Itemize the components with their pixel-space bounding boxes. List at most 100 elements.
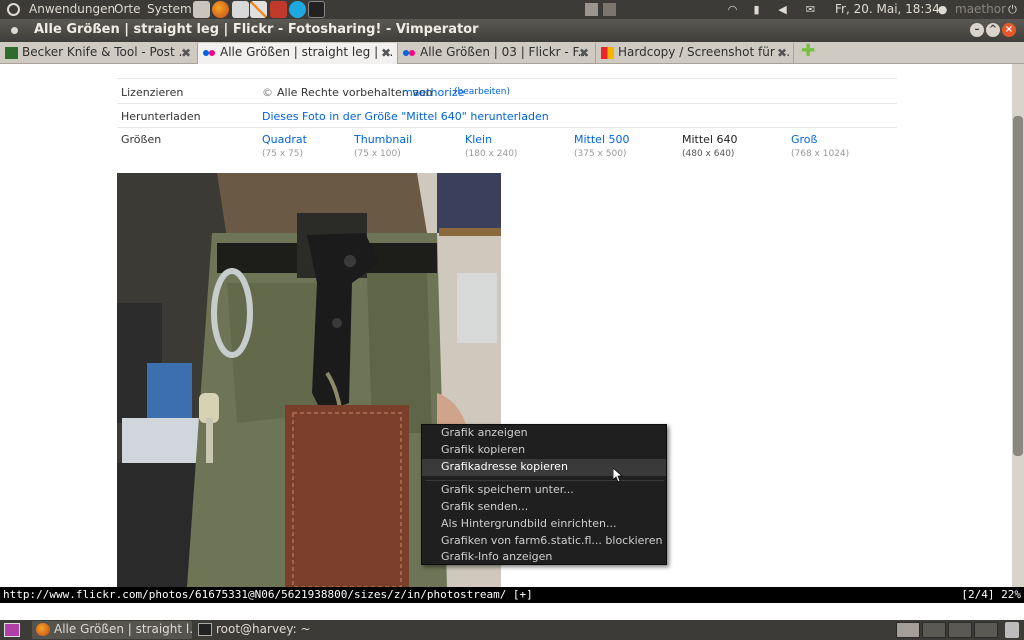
scrollbar-thumb[interactable] xyxy=(1013,116,1023,456)
window-list-icon[interactable] xyxy=(585,3,598,16)
bottom-panel: Alle Größen | straight l... root@harvey:… xyxy=(0,620,1024,640)
menu-item-show-image[interactable]: Grafik anzeigen xyxy=(422,425,666,442)
license-label: Lizenzieren xyxy=(121,86,184,99)
size-name[interactable]: Mittel 500 xyxy=(574,133,630,146)
wifi-icon[interactable]: ◠ xyxy=(726,3,739,16)
menu-system[interactable]: System xyxy=(147,2,192,16)
vimperator-command-line[interactable] xyxy=(0,603,1024,620)
menu-item-copy-image-address[interactable]: Grafikadresse kopieren xyxy=(422,459,666,476)
size-name: Mittel 640 xyxy=(682,133,738,146)
menu-item-image-info[interactable]: Grafik-Info anzeigen xyxy=(422,549,666,566)
workspace-icon[interactable] xyxy=(603,3,616,16)
taskbar-item-label: Alle Größen | straight l... xyxy=(54,622,192,636)
user-name[interactable]: maethor xyxy=(955,2,1006,16)
size-name[interactable]: Thumbnail xyxy=(354,133,412,146)
maximize-button[interactable]: ^ xyxy=(986,23,1000,37)
hardcopy-favicon-icon xyxy=(601,47,614,59)
tab-close-icon[interactable]: ✖ xyxy=(579,44,589,63)
download-label: Herunterladen xyxy=(121,110,201,123)
menu-item-set-as-wallpaper[interactable]: Als Hintergrundbild einrichten... xyxy=(422,516,666,533)
size-name[interactable]: Quadrat xyxy=(262,133,307,146)
firefox-icon xyxy=(36,623,50,636)
flickr-favicon-icon xyxy=(403,47,416,59)
tab-hardcopy-screenshot[interactable]: Hardcopy / Screenshot für ... ✖ xyxy=(596,43,794,64)
license-edit-link[interactable]: (bearbeiten) xyxy=(454,87,510,97)
mail-icon[interactable]: ✉ xyxy=(804,3,817,16)
tab-alle-groessen-03[interactable]: Alle Größen | 03 | Flickr - F... ✖ xyxy=(398,43,596,64)
volume-icon[interactable]: ◀ xyxy=(776,3,789,16)
menu-places[interactable]: Orte xyxy=(114,2,140,16)
menu-applications[interactable]: Anwendungen xyxy=(29,2,115,16)
skype-launcher-icon[interactable] xyxy=(289,1,306,18)
vertical-scrollbar[interactable] xyxy=(1012,64,1024,587)
size-option-mittel-640-current: Mittel 640 (480 x 640) xyxy=(682,133,738,159)
taskbar-item-firefox[interactable]: Alle Größen | straight l... xyxy=(32,621,192,639)
workspace-1[interactable] xyxy=(896,622,920,638)
size-name[interactable]: Klein xyxy=(465,133,517,146)
size-option-mittel-500[interactable]: Mittel 500 (375 x 500) xyxy=(574,133,630,159)
tab-label: Alle Größen | 03 | Flickr - F... xyxy=(420,45,589,59)
size-option-gross[interactable]: Groß (768 x 1024) xyxy=(791,133,849,159)
calculator-launcher-icon[interactable] xyxy=(232,1,249,18)
close-window-button[interactable]: × xyxy=(1002,23,1016,37)
row-separator xyxy=(117,103,897,104)
menu-item-copy-image[interactable]: Grafik kopieren xyxy=(422,442,666,459)
download-link[interactable]: Dieses Foto in der Größe "Mittel 640" he… xyxy=(262,110,549,123)
size-option-klein[interactable]: Klein (180 x 240) xyxy=(465,133,517,159)
workspace-3[interactable] xyxy=(948,622,972,638)
clock[interactable]: Fr, 20. Mai, 18:34 xyxy=(835,2,940,16)
size-dimensions: (75 x 75) xyxy=(262,149,303,159)
ubuntu-logo-icon[interactable] xyxy=(7,3,20,16)
status-url: http://www.flickr.com/photos/61675331@N0… xyxy=(3,588,533,601)
row-separator xyxy=(117,78,897,79)
tab-close-icon[interactable]: ✖ xyxy=(181,44,191,63)
menu-item-save-image-as[interactable]: Grafik speichern unter... xyxy=(422,482,666,499)
launcher-app-icon[interactable] xyxy=(193,1,210,18)
tab-close-icon[interactable]: ✖ xyxy=(381,44,391,63)
size-option-thumbnail[interactable]: Thumbnail (75 x 100) xyxy=(354,133,412,159)
tab-label: Alle Größen | straight leg | ... xyxy=(220,45,394,59)
row-separator xyxy=(117,127,897,128)
tab-becker-knife[interactable]: Becker Knife & Tool - Post ... ✖ xyxy=(0,43,198,64)
workspace-2[interactable] xyxy=(922,622,946,638)
power-icon[interactable]: ⏻ xyxy=(1006,3,1019,16)
status-position: [2/4] 22% xyxy=(961,588,1021,601)
size-dimensions: (768 x 1024) xyxy=(791,149,850,159)
size-dimensions: (375 x 500) xyxy=(574,149,627,159)
taskbar-item-terminal[interactable]: root@harvey: ~ xyxy=(194,621,354,639)
show-desktop-icon[interactable] xyxy=(4,623,20,637)
tools-launcher-icon[interactable] xyxy=(250,1,267,18)
size-name[interactable]: Groß xyxy=(791,133,849,146)
trash-icon[interactable] xyxy=(1005,622,1019,638)
new-tab-icon[interactable]: ✚ xyxy=(801,43,815,60)
tab-close-icon[interactable]: ✖ xyxy=(777,44,787,63)
window-menu-icon[interactable] xyxy=(11,27,18,34)
chat-status-icon[interactable]: ● xyxy=(936,3,949,16)
vimperator-statusline: http://www.flickr.com/photos/61675331@N0… xyxy=(0,587,1024,603)
terminal-icon xyxy=(198,623,212,636)
size-option-quadrat[interactable]: Quadrat (75 x 75) xyxy=(262,133,307,159)
sizes-label: Größen xyxy=(121,133,162,146)
minimize-button[interactable]: – xyxy=(970,23,984,37)
becker-favicon-icon xyxy=(5,47,18,59)
image-context-menu: Grafik anzeigen Grafik kopieren Grafikad… xyxy=(421,424,667,565)
chrome-launcher-icon[interactable] xyxy=(270,1,287,18)
menu-separator xyxy=(426,480,664,481)
window-titlebar[interactable]: Alle Größen | straight leg | Flickr - Fo… xyxy=(0,19,1024,42)
tab-alle-groessen-straight-leg[interactable]: Alle Größen | straight leg | ... ✖ xyxy=(198,43,398,64)
menu-item-block-images[interactable]: Grafiken von farm6.static.fl... blockier… xyxy=(422,533,666,550)
firefox-launcher-icon[interactable] xyxy=(212,1,229,18)
taskbar-item-label: root@harvey: ~ xyxy=(216,622,311,636)
terminal-launcher-icon[interactable] xyxy=(308,1,325,18)
sizes-row: Größen Quadrat (75 x 75) Thumbnail (75 x… xyxy=(117,133,897,163)
tab-label: Hardcopy / Screenshot für ... xyxy=(618,45,791,59)
tab-bar: Becker Knife & Tool - Post ... ✖ Alle Gr… xyxy=(0,42,1024,64)
menu-item-send-image[interactable]: Grafik senden... xyxy=(422,499,666,516)
top-panel: Anwendungen Orte System ◠ ▮ ◀ ✉ Fr, 20. … xyxy=(0,0,1024,19)
size-dimensions: (180 x 240) xyxy=(465,149,518,159)
tab-label: Becker Knife & Tool - Post ... xyxy=(22,45,190,59)
workspace-4[interactable] xyxy=(974,622,998,638)
size-dimensions: (480 x 640) xyxy=(682,149,735,159)
copyright-icon: © xyxy=(262,86,273,99)
battery-icon[interactable]: ▮ xyxy=(750,3,763,16)
